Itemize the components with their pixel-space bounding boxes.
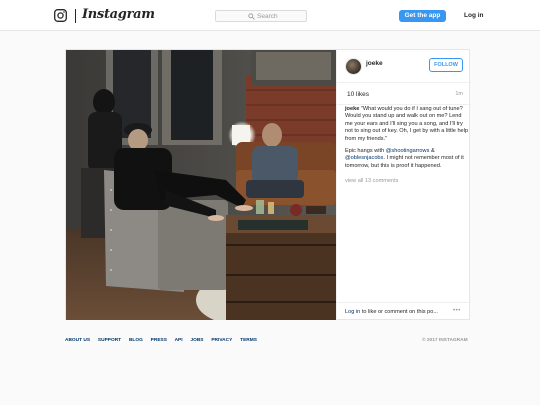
footer-link-api[interactable]: API bbox=[175, 338, 183, 343]
login-link[interactable]: Log in bbox=[464, 10, 484, 22]
search-icon bbox=[248, 13, 255, 20]
footer-link-about[interactable]: ABOUT US bbox=[65, 338, 90, 343]
view-all-comments-link[interactable]: view all 13 comments bbox=[345, 178, 398, 184]
ampersand: & bbox=[430, 148, 435, 155]
mention-link[interactable]: @shootingarrows bbox=[386, 148, 430, 154]
post-sidebar: joeke FOLLOW 10 likes 1m joeke "What wou… bbox=[336, 50, 471, 320]
follow-button[interactable]: FOLLOW bbox=[429, 58, 463, 72]
footer-link-terms[interactable]: TERMS bbox=[240, 338, 257, 343]
comment-prompt: Log in to like or comment on this po... bbox=[345, 309, 438, 315]
logo-divider bbox=[75, 9, 76, 23]
caption-text: "What would you do if I sang out of tune… bbox=[345, 106, 469, 142]
avatar[interactable] bbox=[345, 58, 362, 75]
search-input[interactable]: Search bbox=[215, 10, 307, 22]
post-card: joeke FOLLOW 10 likes 1m joeke "What wou… bbox=[65, 49, 471, 320]
footer-link-press[interactable]: PRESS bbox=[151, 338, 167, 343]
post-photo-image bbox=[66, 50, 336, 320]
comment-bar: Log in to like or comment on this po... … bbox=[337, 302, 471, 320]
footer-link-privacy[interactable]: PRIVACY bbox=[211, 338, 232, 343]
post-header: joeke FOLLOW bbox=[337, 50, 471, 83]
more-options-icon[interactable]: ••• bbox=[453, 308, 461, 314]
post-timestamp[interactable]: 1m bbox=[455, 91, 463, 97]
comment-prompt-text: to like or comment on this po... bbox=[361, 309, 438, 315]
copyright: © 2017 INSTAGRAM bbox=[422, 338, 468, 343]
get-the-app-button[interactable]: Get the app bbox=[399, 10, 446, 22]
likes-count[interactable]: 10 likes bbox=[347, 91, 369, 98]
instagram-camera-icon[interactable] bbox=[54, 9, 67, 22]
footer-link-blog[interactable]: BLOG bbox=[129, 338, 143, 343]
post-caption: joeke "What would you do if I sang out o… bbox=[345, 106, 469, 175]
mention-link[interactable]: @oblesnjacobs bbox=[345, 155, 383, 161]
instagram-wordmark[interactable]: Instagram bbox=[82, 7, 155, 22]
footer-link-jobs[interactable]: JOBS bbox=[190, 338, 203, 343]
caption2-prefix: Epic hangs with bbox=[345, 148, 385, 155]
caption-author[interactable]: joeke bbox=[345, 106, 359, 112]
likes-bar: 10 likes 1m bbox=[337, 83, 471, 105]
author-username[interactable]: joeke bbox=[366, 60, 383, 67]
search-placeholder: Search bbox=[257, 13, 278, 20]
top-nav: Instagram Search Get the app Log in bbox=[0, 0, 540, 31]
login-to-comment-link[interactable]: Log in bbox=[345, 309, 360, 315]
footer-link-support[interactable]: SUPPORT bbox=[98, 338, 121, 343]
footer-nav: ABOUT US SUPPORT BLOG PRESS API JOBS PRI… bbox=[65, 338, 263, 343]
post-photo[interactable] bbox=[66, 50, 336, 320]
